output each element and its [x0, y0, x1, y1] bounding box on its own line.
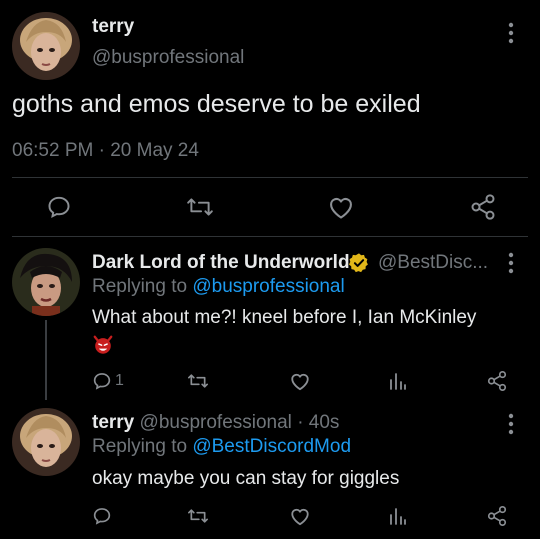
tweet-text: okay maybe you can stay for giggles: [92, 468, 400, 489]
handle[interactable]: @busprofessional: [92, 47, 244, 69]
replying-to: Replying to @BestDiscordMod: [92, 436, 351, 458]
retweet-icon: [187, 509, 208, 523]
retweet-icon: [187, 374, 208, 388]
avatar[interactable]: [12, 248, 80, 316]
reply-count: 1: [115, 372, 124, 389]
more-button[interactable]: [506, 252, 516, 274]
like-button[interactable]: [289, 506, 311, 526]
share-button[interactable]: [469, 193, 497, 221]
display-name[interactable]: terry: [92, 412, 134, 433]
reply-button[interactable]: 1: [92, 371, 124, 391]
retweet-button[interactable]: [187, 506, 209, 526]
display-name[interactable]: terry: [92, 16, 134, 38]
replying-to-link[interactable]: @busprofessional: [192, 276, 344, 297]
reply-button[interactable]: [46, 194, 72, 220]
views-button[interactable]: [389, 506, 407, 526]
share-icon: [487, 371, 507, 391]
handle[interactable]: @busprofessional: [140, 412, 292, 433]
reply-icon: [93, 373, 111, 390]
more-button[interactable]: [506, 413, 516, 435]
avatar[interactable]: [12, 408, 80, 476]
share-button[interactable]: [486, 370, 508, 392]
tweet-header: terry @busprofessional · 40s: [92, 412, 339, 434]
more-vertical-icon: [508, 22, 514, 44]
avatar-terry-icon: [12, 408, 80, 476]
timestamp[interactable]: 06:52 PM · 20 May 24: [12, 140, 199, 162]
like-icon: [291, 508, 309, 526]
verified-badge-icon: [349, 253, 368, 273]
avatar-dark-lord-icon: [12, 248, 80, 316]
avatar-terry-icon: [12, 12, 80, 80]
retweet-button[interactable]: [186, 194, 214, 220]
reply-icon: [93, 508, 111, 525]
share-icon: [487, 506, 507, 526]
views-icon: [390, 508, 406, 525]
like-button[interactable]: [327, 194, 355, 220]
like-icon: [330, 197, 352, 219]
avatar[interactable]: [12, 12, 80, 80]
tweet-text: What about me?! kneel before I, Ian McKi…: [92, 307, 477, 328]
replying-prefix: Replying to: [92, 436, 188, 457]
reply-button[interactable]: [92, 506, 112, 526]
more-vertical-icon: [508, 252, 514, 274]
replying-to-link[interactable]: @BestDiscordMod: [192, 436, 351, 457]
share-button[interactable]: [486, 505, 508, 527]
display-name[interactable]: Dark Lord of the Underworld: [92, 252, 350, 274]
replying-to: Replying to @busprofessional: [92, 276, 345, 298]
devil-emoji: [92, 334, 114, 361]
retweet-button[interactable]: [187, 371, 209, 391]
thread-line: [45, 320, 47, 400]
tweet-text: goths and emos deserve to be exiled: [12, 90, 421, 118]
views-button[interactable]: [389, 371, 407, 391]
divider: [12, 236, 528, 237]
relative-time[interactable]: · 40s: [297, 412, 339, 433]
reply-icon: [48, 196, 70, 218]
views-icon: [390, 373, 406, 390]
retweet-icon: [187, 198, 213, 216]
devil-face-emoji-icon: [93, 335, 113, 354]
like-button[interactable]: [289, 371, 311, 391]
more-vertical-icon: [508, 413, 514, 435]
like-icon: [291, 373, 309, 391]
more-button[interactable]: [506, 22, 516, 44]
replying-prefix: Replying to: [92, 276, 188, 297]
share-icon: [471, 194, 495, 220]
handle[interactable]: @BestDisc...: [378, 252, 488, 274]
divider: [12, 177, 528, 178]
verified-badge: [348, 252, 370, 279]
